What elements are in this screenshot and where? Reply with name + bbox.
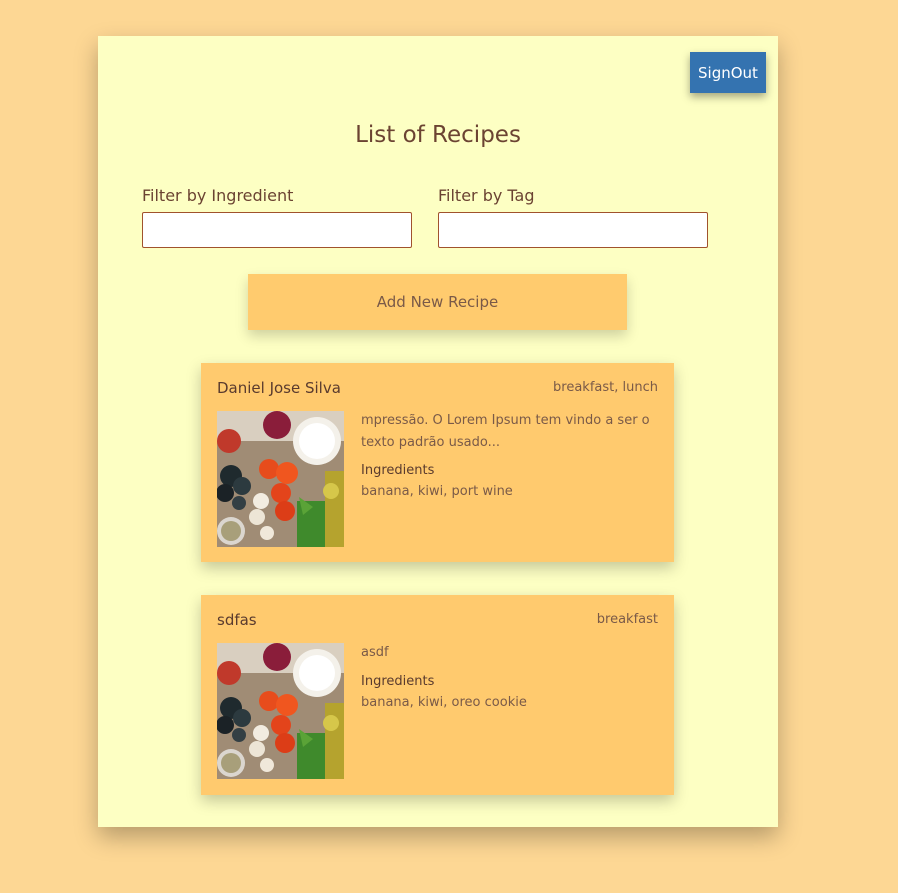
add-new-recipe-button[interactable]: Add New Recipe	[248, 274, 627, 330]
signout-button[interactable]: SignOut	[690, 52, 766, 93]
recipe-image	[217, 411, 344, 547]
recipe-tags: breakfast	[596, 612, 658, 627]
recipe-image	[217, 643, 344, 779]
ingredients-list: banana, kiwi, oreo cookie	[361, 695, 527, 710]
recipe-name: sdfas	[217, 611, 257, 629]
recipe-name: Daniel Jose Silva	[217, 379, 341, 397]
recipe-description: mpressão. O Lorem Ipsum tem vindo a ser …	[361, 413, 650, 450]
recipe-card[interactable]: Daniel Jose Silva breakfast, lunch mpres…	[201, 363, 674, 562]
recipe-card[interactable]: sdfas breakfast asdf Ingredients banana,…	[201, 595, 674, 795]
ingredients-list: banana, kiwi, port wine	[361, 484, 513, 499]
filter-ingredient-input[interactable]	[142, 212, 412, 248]
ingredients-label: Ingredients	[361, 674, 435, 689]
filter-tag-input[interactable]	[438, 212, 708, 248]
recipes-panel: SignOut List of Recipes Filter by Ingred…	[98, 36, 778, 827]
filter-ingredient-label: Filter by Ingredient	[142, 186, 294, 205]
vegetables-photo-icon	[217, 643, 344, 779]
page-title: List of Recipes	[355, 122, 521, 148]
recipe-tags: breakfast, lunch	[553, 380, 658, 395]
vegetables-photo-icon	[217, 411, 344, 547]
ingredients-label: Ingredients	[361, 463, 435, 478]
filter-tag-label: Filter by Tag	[438, 186, 535, 205]
recipe-description: asdf	[361, 645, 389, 660]
